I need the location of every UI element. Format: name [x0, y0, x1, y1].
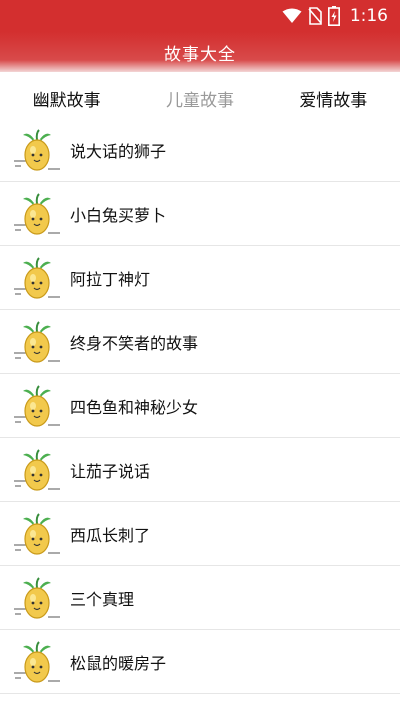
list-item[interactable]: 四色鱼和神秘少女 — [0, 374, 400, 438]
status-time: 1:16 — [349, 6, 388, 26]
lemon-mascot-icon — [12, 640, 62, 686]
story-title: 说大话的狮子 — [70, 141, 167, 161]
tab-humor[interactable]: 幽默故事 — [0, 86, 133, 111]
list-item[interactable]: 终身不笑者的故事 — [0, 310, 400, 374]
lemon-mascot-icon — [12, 576, 62, 622]
list-item[interactable]: 说大话的狮子 — [0, 118, 400, 182]
lemon-mascot-icon — [12, 512, 62, 558]
tab-children[interactable]: 儿童故事 — [133, 86, 266, 111]
story-title: 西瓜长刺了 — [70, 525, 151, 545]
lemon-mascot-icon — [12, 256, 62, 302]
page-title: 故事大全 — [164, 44, 236, 65]
story-title: 三个真理 — [70, 589, 135, 609]
lemon-mascot-icon — [12, 128, 62, 174]
story-title: 松鼠的暖房子 — [70, 653, 167, 673]
list-item[interactable]: 让茄子说话 — [0, 438, 400, 502]
list-item[interactable]: 松鼠的暖房子 — [0, 630, 400, 694]
list-item[interactable]: 西瓜长刺了 — [0, 502, 400, 566]
story-title: 阿拉丁神灯 — [70, 269, 151, 289]
story-title: 四色鱼和神秘少女 — [70, 397, 199, 417]
list-item[interactable]: 阿拉丁神灯 — [0, 246, 400, 310]
category-tabs: 幽默故事 儿童故事 爱情故事 — [0, 72, 400, 124]
list-item[interactable]: 小白兔买萝卜 — [0, 182, 400, 246]
story-title: 小白兔买萝卜 — [70, 205, 167, 225]
lemon-mascot-icon — [12, 448, 62, 494]
lemon-mascot-icon — [12, 192, 62, 238]
battery-charging-icon — [327, 6, 340, 26]
story-title: 终身不笑者的故事 — [70, 333, 199, 353]
wifi-icon — [282, 8, 302, 24]
list-item[interactable]: 三个真理 — [0, 566, 400, 630]
lemon-mascot-icon — [12, 320, 62, 366]
no-sim-icon — [308, 7, 322, 25]
lemon-mascot-icon — [12, 384, 62, 430]
app-bar: 故事大全 — [0, 32, 400, 72]
story-list: 说大话的狮子 小白兔买萝卜 阿拉丁神灯 终身不笑者的故事 四色鱼和神秘少女 让茄… — [0, 118, 400, 694]
story-title: 让茄子说话 — [70, 461, 151, 481]
status-bar: 1:16 — [0, 0, 400, 32]
tab-love[interactable]: 爱情故事 — [267, 86, 400, 111]
